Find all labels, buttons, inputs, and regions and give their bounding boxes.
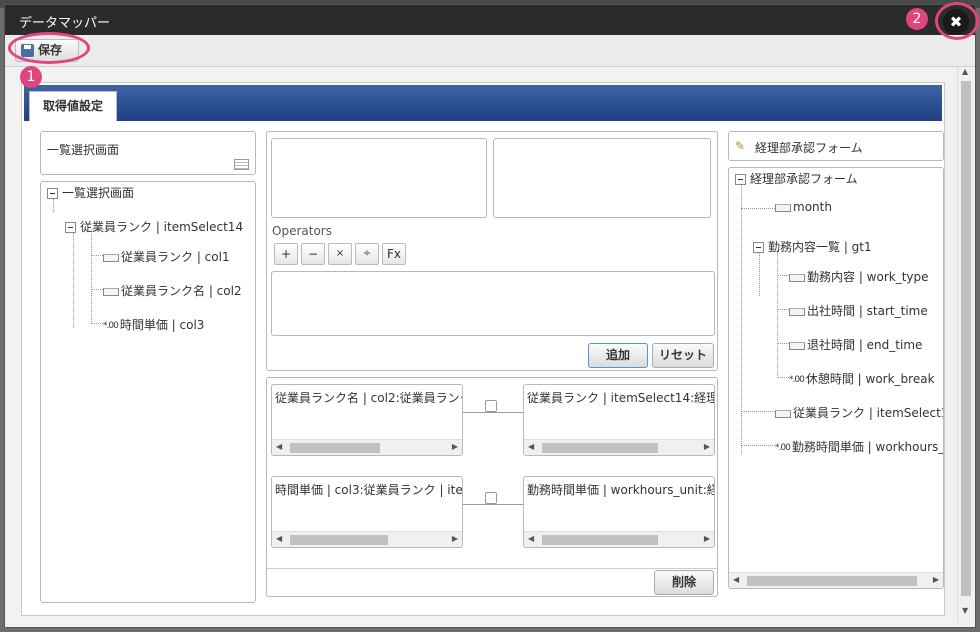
number-icon: *.00 <box>775 442 791 453</box>
source-item-box[interactable] <box>271 138 487 218</box>
tree-leaf-employee-rank[interactable]: 従業員ランク | itemSelect14 <box>775 404 943 421</box>
tree-leaf-col3[interactable]: *.00 時間単価 | col3 <box>103 316 204 333</box>
tree-node-list-screen[interactable]: 一覧選択画面 <box>47 184 134 201</box>
collapse-icon[interactable] <box>65 222 76 233</box>
tree-leaf-work-break[interactable]: *.00 休憩時間 | work_break <box>789 370 935 387</box>
field-icon <box>789 341 805 350</box>
tree-leaf-start-time[interactable]: 出社時間 | start_time <box>789 302 928 319</box>
tree-leaf-col1[interactable]: 従業員ランク | col1 <box>103 248 230 265</box>
mapping-1-connector <box>463 412 523 413</box>
function-button[interactable]: Fx <box>382 243 406 265</box>
reset-button[interactable]: リセット <box>652 343 714 368</box>
minus-button[interactable]: − <box>301 243 325 265</box>
dialog-titlebar: データマッパー ✖ <box>5 5 975 35</box>
plus-button[interactable]: + <box>274 243 298 265</box>
scroll-down-arrow-icon[interactable]: ▼ <box>962 606 968 615</box>
source-tree-panel: 一覧選択画面 従業員ランク | itemSelect14 従業員ランク | co… <box>40 181 256 603</box>
source-form-header: 一覧選択画面 <box>40 131 256 175</box>
dialog-title: データマッパー <box>19 16 111 31</box>
tree-node-employee-rank-select[interactable]: 従業員ランク | itemSelect14 <box>65 218 243 235</box>
tree-leaf-col2[interactable]: 従業員ランク名 | col2 <box>103 282 242 299</box>
target-form-title: 経理部承認フォーム <box>755 141 863 155</box>
annotation-circle-close <box>935 2 979 40</box>
collapse-icon[interactable] <box>753 242 764 253</box>
horizontal-scrollbar[interactable]: ◀ ▶ <box>272 531 462 547</box>
annotation-circle-save <box>8 32 90 64</box>
field-icon <box>103 253 119 262</box>
toolbar: 保存 <box>5 35 975 67</box>
field-icon <box>103 287 119 296</box>
annotation-badge-1: 1 <box>20 66 42 88</box>
horizontal-scrollbar[interactable]: ◀ ▶ <box>272 439 462 455</box>
source-form-title: 一覧選択画面 <box>47 143 120 157</box>
horizontal-scrollbar[interactable]: ◀ ▶ <box>524 531 714 547</box>
tree-leaf-work-type[interactable]: 勤務内容 | work_type <box>789 268 929 285</box>
number-icon: *.00 <box>789 374 805 385</box>
content-area: 取得値設定 一覧選択画面 一覧選択画面 従業員ランク | itemSelect1… <box>21 82 945 616</box>
mapping-1-target[interactable]: 従業員ランク | itemSelect14:経理部承 ◀▶ <box>523 384 715 456</box>
target-item-box[interactable] <box>493 138 711 218</box>
multiply-button[interactable]: × <box>328 243 352 265</box>
mapping-list-panel: 従業員ランク名 | col2:従業員ランク | ◀ ▶ 従業員ランク | item… <box>266 377 718 597</box>
expression-textarea[interactable] <box>271 271 715 336</box>
horizontal-scrollbar[interactable]: ◀ ▶ <box>524 439 714 455</box>
data-mapper-dialog: データマッパー ✖ 保存 ▲ ▼ 取得値設定 一覧選択画面 一覧選択画面 従業員… <box>4 4 976 628</box>
delete-button[interactable]: 削除 <box>654 570 714 595</box>
tree-node-accounting-approval-form[interactable]: 経理部承認フォーム <box>735 170 858 187</box>
operators-label: Operators <box>272 224 332 238</box>
tree-node-work-list[interactable]: 勤務内容一覧 | gt1 <box>753 238 872 255</box>
mapping-2-target[interactable]: 勤務時間単価 | workhours_unit:経理 ◀ ▶ <box>523 476 715 548</box>
divide-button[interactable]: ÷ <box>355 243 379 265</box>
field-icon <box>789 307 805 316</box>
form-icon <box>234 159 249 170</box>
field-icon <box>789 273 805 282</box>
horizontal-scrollbar[interactable]: ◀ ▶ <box>729 572 943 588</box>
tab-value-settings[interactable]: 取得値設定 <box>29 91 117 121</box>
target-form-header: ✎ 経理部承認フォーム <box>728 131 944 161</box>
mapping-2-source[interactable]: 時間単価 | col3:従業員ランク | itemS ◀ ▶ <box>271 476 463 548</box>
mapping-2-checkbox[interactable] <box>485 492 497 504</box>
mapping-1-checkbox[interactable] <box>485 400 497 412</box>
scroll-up-arrow-icon[interactable]: ▲ <box>962 67 968 76</box>
tree-leaf-workhours-unit[interactable]: *.00勤務時間単価 | workhours_unit <box>775 438 943 455</box>
collapse-icon[interactable] <box>735 174 746 185</box>
mapping-1-source[interactable]: 従業員ランク名 | col2:従業員ランク | ◀ ▶ <box>271 384 463 456</box>
tree-leaf-month[interactable]: month <box>775 200 832 214</box>
pencil-icon: ✎ <box>735 139 746 153</box>
scrollbar-thumb[interactable] <box>961 81 971 596</box>
tree-leaf-end-time[interactable]: 退社時間 | end_time <box>789 336 922 353</box>
tab-bar: 取得値設定 <box>24 85 942 121</box>
annotation-badge-2: 2 <box>906 8 928 30</box>
field-icon <box>775 203 791 212</box>
mapping-2-connector <box>463 504 523 505</box>
number-icon: *.00 <box>103 320 119 331</box>
dialog-vertical-scrollbar[interactable]: ▲ ▼ <box>957 67 973 623</box>
field-icon <box>775 409 791 418</box>
collapse-icon[interactable] <box>47 188 58 199</box>
add-button[interactable]: 追加 <box>588 343 648 368</box>
target-tree-panel: 経理部承認フォーム month 勤務内容一覧 | gt1 勤務内容 | work… <box>728 167 944 589</box>
